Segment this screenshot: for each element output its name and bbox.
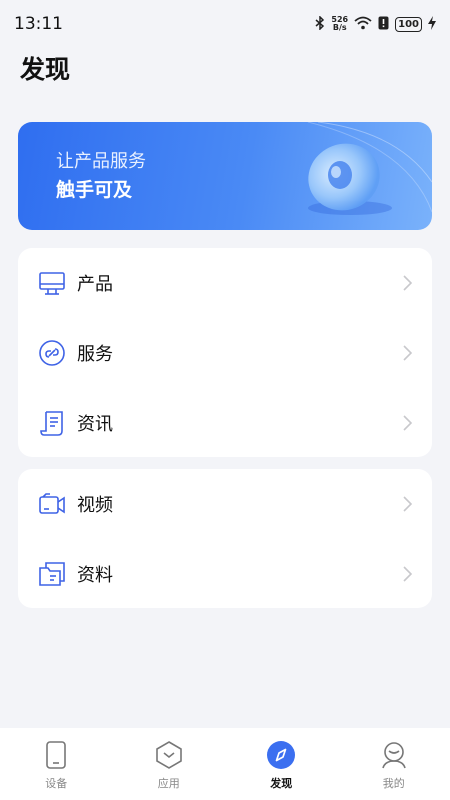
video-camera-icon: [38, 490, 66, 518]
menu-item-documents[interactable]: 资料: [18, 539, 432, 609]
page-title: 发现: [20, 55, 71, 84]
status-icons: 526 B/s 100: [315, 14, 436, 34]
menu-item-label: 视频: [77, 495, 113, 516]
bottom-tab-bar: 设备 应用 发现 我的: [0, 728, 450, 800]
app-hexagon-icon: [154, 740, 184, 770]
menu-item-label: 资料: [77, 565, 113, 586]
banner-illustration: [307, 122, 432, 215]
menu-item-videos[interactable]: 视频: [18, 469, 432, 539]
tab-label: 应用: [157, 777, 180, 790]
charging-icon: [428, 15, 436, 34]
chevron-right-icon: [403, 496, 413, 512]
alert-sim-icon: [378, 15, 389, 34]
tab-label: 发现: [270, 777, 293, 790]
compass-icon: [266, 740, 296, 770]
service-link-icon: [38, 339, 66, 367]
banner-line2: 触手可及: [56, 179, 133, 201]
tab-apps[interactable]: 应用: [113, 728, 226, 800]
menu-item-label: 服务: [77, 344, 113, 365]
folder-document-icon: [38, 560, 66, 588]
status-time: 13:11: [14, 14, 63, 34]
menu-item-label: 产品: [77, 274, 113, 295]
profile-person-icon: [379, 740, 409, 770]
battery-indicator: 100: [395, 16, 422, 32]
device-phone-icon: [41, 740, 71, 770]
menu-item-news[interactable]: 资讯: [18, 388, 432, 458]
chevron-right-icon: [403, 566, 413, 582]
menu-item-products[interactable]: 产品: [18, 248, 432, 318]
menu-item-services[interactable]: 服务: [18, 318, 432, 388]
bluetooth-icon: [315, 14, 325, 34]
tab-label: 设备: [45, 777, 68, 790]
tab-devices[interactable]: 设备: [0, 728, 113, 800]
tab-profile[interactable]: 我的: [338, 728, 450, 800]
tab-label: 我的: [382, 777, 405, 790]
promo-banner[interactable]: 让产品服务 触手可及: [18, 122, 432, 230]
news-document-icon: [38, 409, 66, 437]
chevron-right-icon: [403, 275, 413, 291]
menu-card-primary: 产品 服务 资讯: [18, 248, 432, 457]
menu-card-secondary: 视频 资料: [18, 469, 432, 608]
chevron-right-icon: [403, 415, 413, 431]
status-bar: 13:11 526 B/s 100: [0, 0, 450, 48]
chevron-right-icon: [403, 345, 413, 361]
monitor-icon: [38, 269, 66, 297]
tab-discover[interactable]: 发现: [225, 728, 338, 800]
menu-item-label: 资讯: [77, 414, 113, 435]
wifi-icon: [354, 15, 372, 34]
network-speed: 526 B/s: [331, 15, 349, 32]
banner-line1: 让产品服务: [56, 151, 146, 172]
